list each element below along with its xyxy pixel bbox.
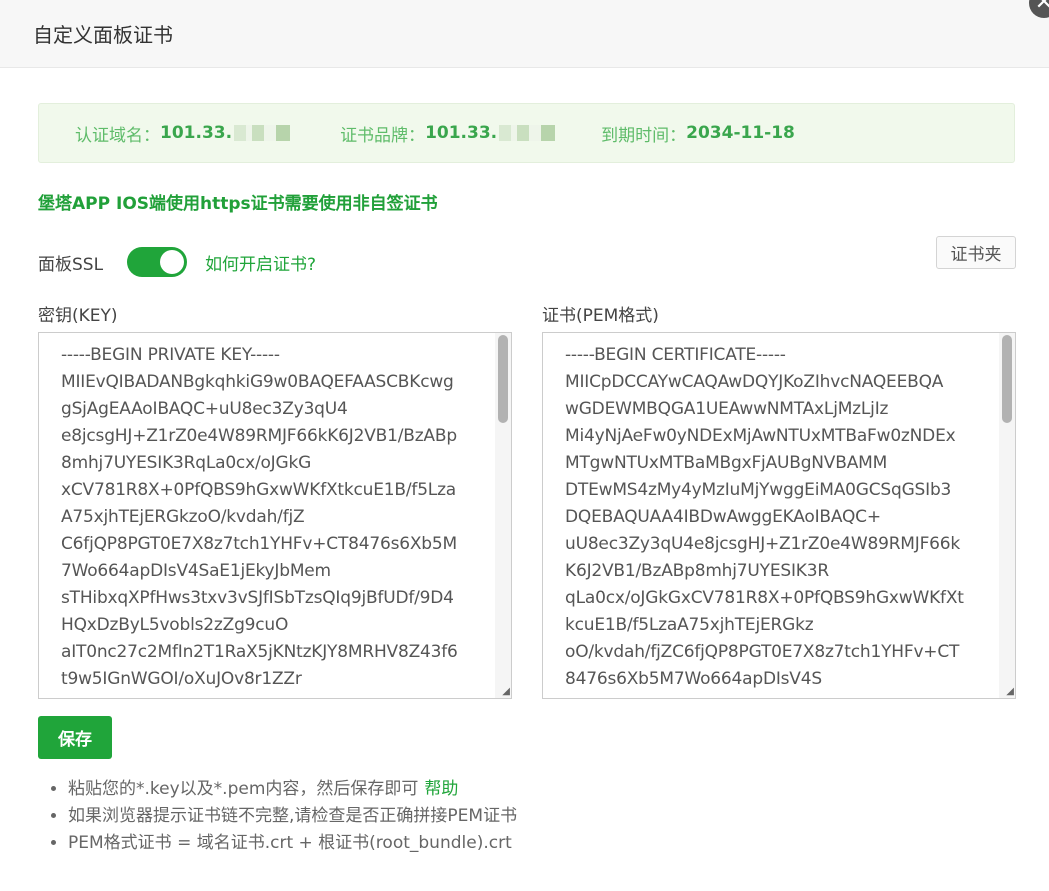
tip-item: 粘贴您的*.key以及*.pem内容，然后保存即可帮助 [68, 776, 517, 803]
cert-field-label: 证书(PEM格式) [542, 306, 659, 326]
toggle-knob [160, 250, 185, 274]
redacted-block [499, 125, 556, 141]
help-link[interactable]: 帮助 [424, 779, 458, 799]
panel-ssl-toggle[interactable] [127, 247, 188, 277]
cert-info-bar: 认证域名： 101.33. 证书品牌： 101.33. 到期时间： 2034-1… [38, 103, 1015, 163]
dialog-title: 自定义面板证书 [33, 23, 173, 47]
key-textarea[interactable]: -----BEGIN PRIVATE KEY----- MIIEvQIBADAN… [38, 332, 512, 699]
tip-item: 如果浏览器提示证书链不完整,请检查是否正确拼接PEM证书 [68, 803, 517, 830]
key-scrollbar-thumb[interactable] [498, 335, 508, 423]
cert-scrollbar[interactable] [999, 333, 1015, 698]
how-to-enable-cert-link[interactable]: 如何开启证书? [205, 250, 316, 275]
custom-panel-cert-dialog: 自定义面板证书 ✕ 认证域名： 101.33. 证书品牌： 101.33. 到期… [0, 0, 1049, 891]
expire-value: 2034-11-18 [686, 123, 795, 143]
expire-label: 到期时间： [601, 125, 687, 146]
key-textarea-content[interactable]: -----BEGIN PRIVATE KEY----- MIIEvQIBADAN… [39, 333, 511, 698]
ios-https-notice: 堡塔APP IOS端使用https证书需要使用非自签证书 [38, 194, 438, 214]
key-scrollbar[interactable] [495, 333, 511, 698]
tip-text: PEM格式证书 = 域名证书.crt + 根证书(root_bundle).cr… [68, 833, 512, 853]
save-button[interactable]: 保存 [38, 716, 112, 759]
brand-value: 101.33. [425, 123, 498, 143]
resize-grip-icon[interactable]: ◢ [502, 686, 510, 697]
domain-value: 101.33. [160, 123, 233, 143]
domain-label: 认证域名： [75, 125, 160, 146]
expire-info: 到期时间： 2034-11-18 [601, 121, 795, 146]
key-field-label: 密钥(KEY) [38, 306, 118, 326]
resize-grip-icon[interactable]: ◢ [1006, 686, 1014, 697]
brand-label: 证书品牌： [340, 125, 426, 146]
cert-textarea[interactable]: -----BEGIN CERTIFICATE----- MIICpDCCAYwC… [542, 332, 1016, 699]
cert-folder-button[interactable]: 证书夹 [936, 236, 1016, 269]
panel-ssl-row: 面板SSL 如何开启证书? [38, 246, 316, 278]
brand-info: 证书品牌： 101.33. [340, 121, 556, 146]
tips-list: 粘贴您的*.key以及*.pem内容，然后保存即可帮助 如果浏览器提示证书链不完… [38, 776, 517, 857]
tip-item: PEM格式证书 = 域名证书.crt + 根证书(root_bundle).cr… [68, 830, 517, 857]
panel-ssl-label: 面板SSL [38, 254, 104, 275]
tip-text: 粘贴您的*.key以及*.pem内容，然后保存即可 [68, 779, 419, 799]
domain-info: 认证域名： 101.33. [75, 121, 291, 146]
tip-text: 如果浏览器提示证书链不完整,请检查是否正确拼接PEM证书 [68, 806, 518, 826]
cert-textarea-content[interactable]: -----BEGIN CERTIFICATE----- MIICpDCCAYwC… [543, 333, 1015, 698]
redacted-block [234, 125, 291, 141]
cert-scrollbar-thumb[interactable] [1002, 335, 1012, 423]
dialog-titlebar: 自定义面板证书 [0, 0, 1049, 68]
